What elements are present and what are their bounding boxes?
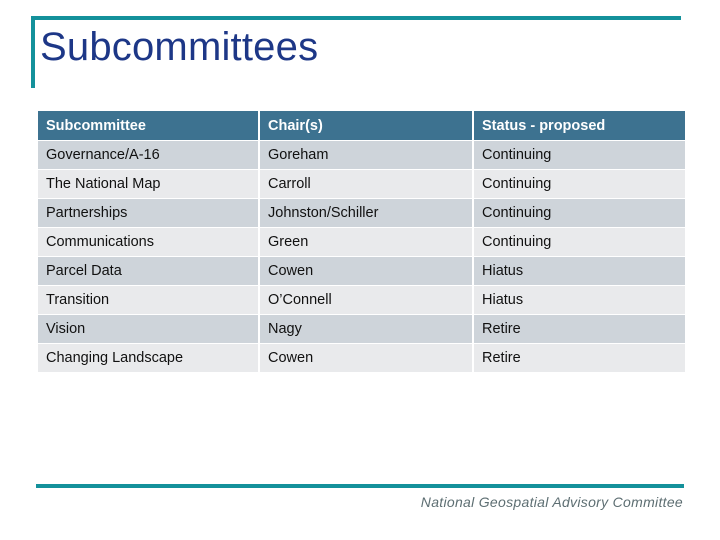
cell-subcommittee: Transition: [38, 286, 258, 314]
cell-chair: Nagy: [260, 315, 472, 343]
cell-status: Retire: [474, 315, 685, 343]
cell-subcommittee: Governance/A-16: [38, 141, 258, 169]
cell-chair: Carroll: [260, 170, 472, 198]
cell-subcommittee: Changing Landscape: [38, 344, 258, 372]
table-row: Partnerships Johnston/Schiller Continuin…: [38, 199, 685, 227]
cell-status: Continuing: [474, 170, 685, 198]
cell-status: Hiatus: [474, 286, 685, 314]
cell-status: Continuing: [474, 199, 685, 227]
cell-chair: Goreham: [260, 141, 472, 169]
column-header-status: Status - proposed: [474, 111, 685, 140]
cell-subcommittee: Communications: [38, 228, 258, 256]
cell-subcommittee: Parcel Data: [38, 257, 258, 285]
table-row: Vision Nagy Retire: [38, 315, 685, 343]
subcommittees-table-wrapper: Subcommittee Chair(s) Status - proposed …: [36, 110, 685, 373]
slide: Subcommittees Subcommittee Chair(s) Stat…: [0, 0, 720, 540]
table-row: Parcel Data Cowen Hiatus: [38, 257, 685, 285]
cell-status: Hiatus: [474, 257, 685, 285]
table-header-row: Subcommittee Chair(s) Status - proposed: [38, 111, 685, 140]
table-header: Subcommittee Chair(s) Status - proposed: [38, 111, 685, 140]
subcommittees-table: Subcommittee Chair(s) Status - proposed …: [36, 110, 687, 373]
cell-subcommittee: Vision: [38, 315, 258, 343]
table-row: Governance/A-16 Goreham Continuing: [38, 141, 685, 169]
page-title: Subcommittees: [40, 25, 319, 69]
table-row: Changing Landscape Cowen Retire: [38, 344, 685, 372]
cell-subcommittee: Partnerships: [38, 199, 258, 227]
cell-chair: Cowen: [260, 344, 472, 372]
cell-chair: Green: [260, 228, 472, 256]
top-accent-rule: [31, 16, 681, 20]
cell-subcommittee: The National Map: [38, 170, 258, 198]
cell-status: Retire: [474, 344, 685, 372]
cell-status: Continuing: [474, 141, 685, 169]
cell-chair: O’Connell: [260, 286, 472, 314]
table-row: Transition O’Connell Hiatus: [38, 286, 685, 314]
slide-footer: National Geospatial Advisory Committee: [420, 494, 683, 510]
bottom-accent-rule: [36, 484, 684, 488]
table-row: Communications Green Continuing: [38, 228, 685, 256]
column-header-chair: Chair(s): [260, 111, 472, 140]
cell-chair: Cowen: [260, 257, 472, 285]
table-row: The National Map Carroll Continuing: [38, 170, 685, 198]
left-accent-rule: [31, 16, 35, 88]
cell-status: Continuing: [474, 228, 685, 256]
table-body: Governance/A-16 Goreham Continuing The N…: [38, 141, 685, 372]
column-header-subcommittee: Subcommittee: [38, 111, 258, 140]
cell-chair: Johnston/Schiller: [260, 199, 472, 227]
